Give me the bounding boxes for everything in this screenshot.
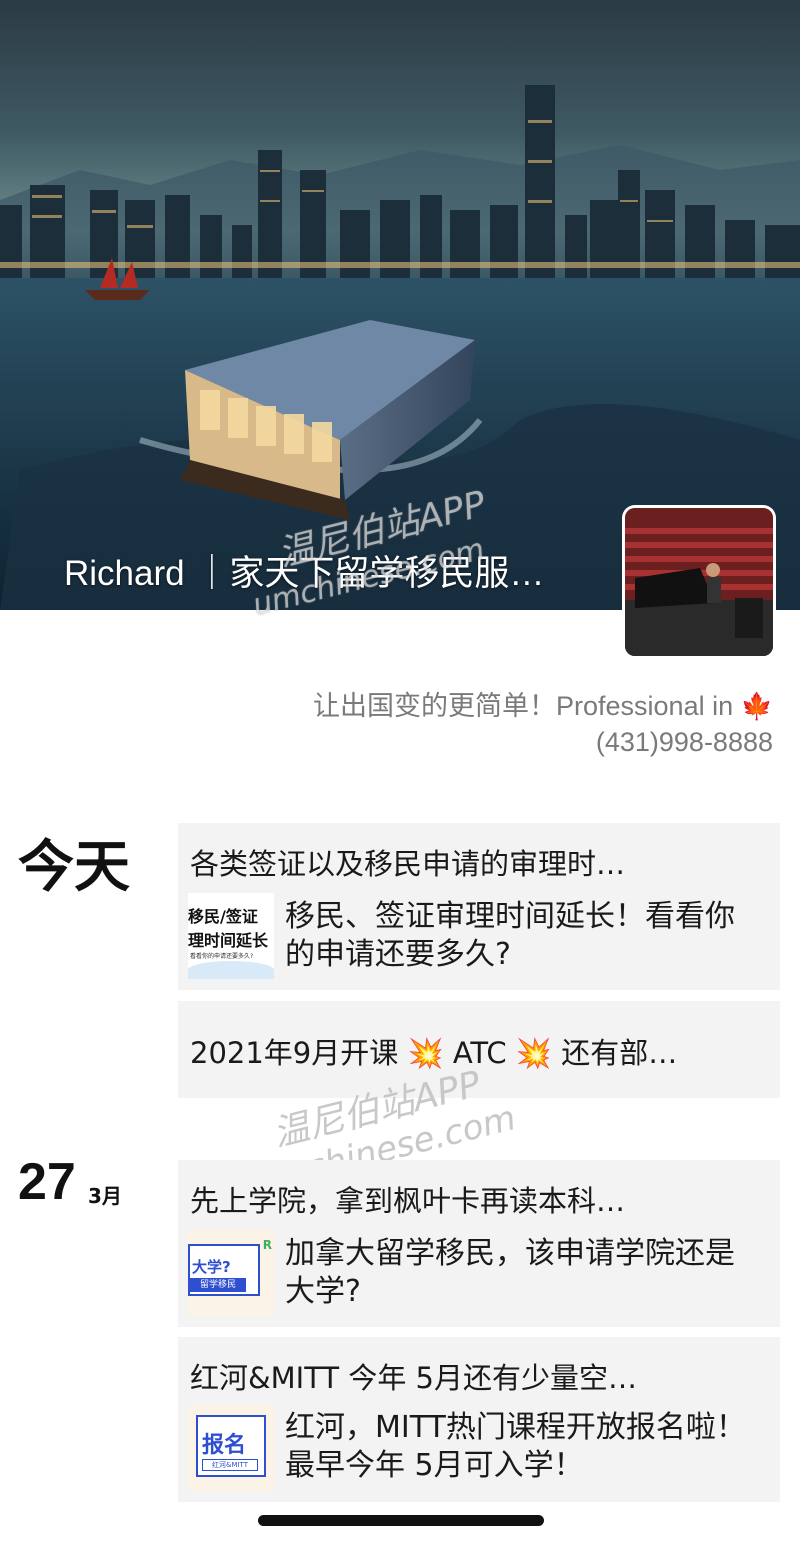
post-description: 移民、签证审理时间延长！看看你的申请还要多久? xyxy=(285,899,735,972)
thumb-letter-decoration: R xyxy=(262,1238,272,1252)
thumb-search-bar: 留学移民 xyxy=(190,1278,246,1292)
post-card[interactable]: 先上学院，拿到枫叶卡再读本科… 大学? 留学移民 R 加拿大留学移民，该申请学院… xyxy=(178,1160,780,1327)
thumb-text: 报名 xyxy=(202,1433,247,1458)
post-thumbnail: 移民/签证 理时间延长 看看你的申请还要多久? xyxy=(188,893,274,979)
post-title: 红河&MITT 今年 5月还有少量空… xyxy=(190,1361,637,1395)
thumb-caption: 看看你的申请还要多久? xyxy=(190,953,254,960)
post-title-part: ATC xyxy=(452,1036,507,1070)
post-description: 加拿大留学移民，该申请学院还是大学? xyxy=(285,1236,735,1309)
bio-phone[interactable]: (431)998-8888 xyxy=(313,724,773,760)
post-card[interactable]: 2021年9月开课 💥 ATC 💥 还有部… xyxy=(178,1001,780,1098)
post-title: 各类签证以及移民申请的审理时… xyxy=(190,847,626,881)
date-month: 3月 xyxy=(88,1184,122,1208)
post-thumbnail: 报名 红河&MITT xyxy=(188,1405,274,1491)
thumb-text: 理时间延长 xyxy=(188,931,269,950)
bio-text: 让出国变的更简单！Professional in xyxy=(313,691,734,721)
maple-leaf-icon: 🍁 xyxy=(740,691,773,721)
post-title-part: 2021年9月开课 xyxy=(190,1036,399,1070)
thumb-cloud-decoration xyxy=(188,961,274,979)
date-label-today: 今天 xyxy=(18,835,130,900)
avatar-pianist-image xyxy=(625,508,773,656)
post-thumbnail: 大学? 留学移民 R xyxy=(188,1230,274,1316)
collision-icon: 💥 xyxy=(515,1036,552,1070)
thumb-text: 大学? xyxy=(192,1258,231,1276)
thumb-search-bar: 红河&MITT xyxy=(202,1459,258,1471)
profile-bio: 让出国变的更简单！Professional in 🍁 (431)998-8888 xyxy=(313,688,773,760)
thumb-text: 移民/签证 xyxy=(188,907,258,926)
post-card[interactable]: 各类签证以及移民申请的审理时… 移民/签证 理时间延长 看看你的申请还要多久? … xyxy=(178,823,780,990)
post-card[interactable]: 红河&MITT 今年 5月还有少量空… 报名 红河&MITT 红河，MITT热门… xyxy=(178,1337,780,1502)
post-title-part: 还有部… xyxy=(561,1036,678,1070)
post-description: 红河，MITT热门课程开放报名啦！最早今年 5月可入学！ xyxy=(285,1410,746,1483)
post-title: 2021年9月开课 💥 ATC 💥 还有部… xyxy=(190,1030,770,1072)
date-day: 27 xyxy=(18,1153,76,1211)
avatar[interactable] xyxy=(625,508,773,656)
profile-name: Richard ｜家天下留学移民服… xyxy=(64,554,545,593)
post-title: 先上学院，拿到枫叶卡再读本科… xyxy=(190,1184,626,1218)
home-indicator[interactable] xyxy=(258,1515,544,1526)
collision-icon: 💥 xyxy=(407,1036,444,1070)
